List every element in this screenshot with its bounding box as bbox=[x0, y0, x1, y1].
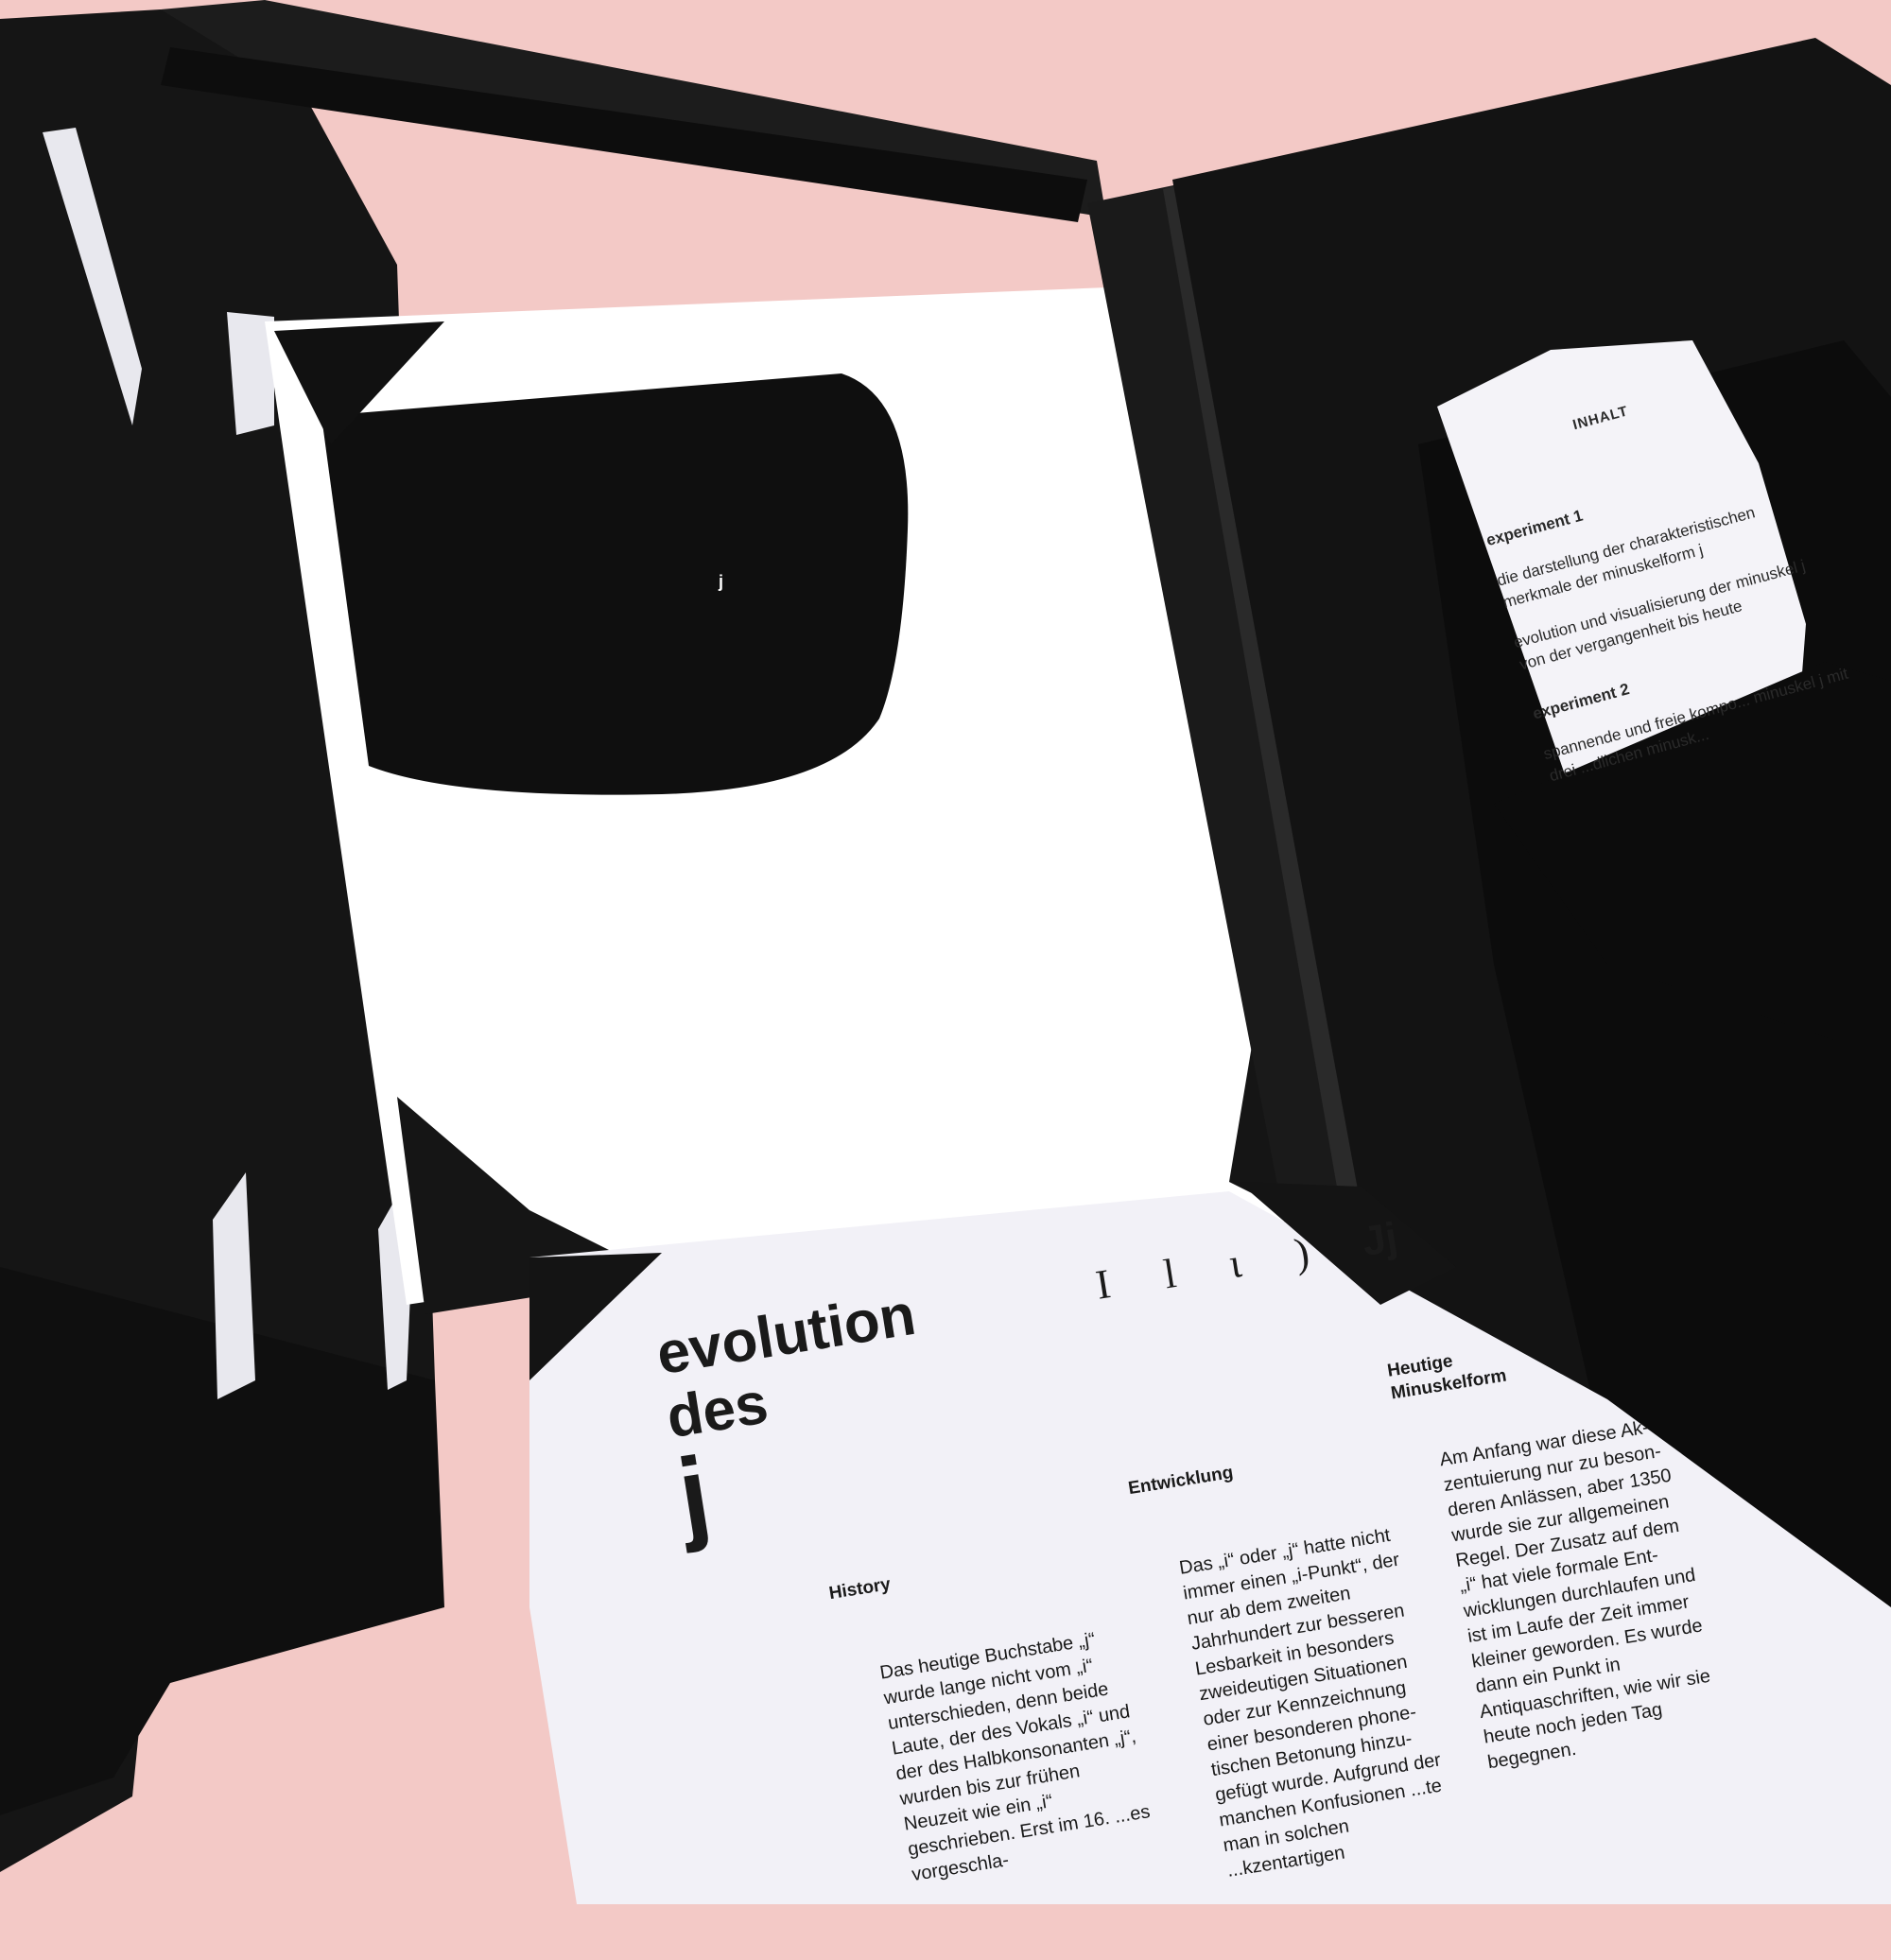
entwicklung-text: Das „i“ oder „j“ hatte nicht immer einen… bbox=[1177, 1524, 1444, 1882]
glyph-4: ) bbox=[1291, 1228, 1312, 1277]
history-text: Das heutige Buchstabe „j“ wurde lange ni… bbox=[878, 1629, 1152, 1886]
glyph-5: Jj bbox=[1359, 1213, 1401, 1266]
small-glyph: j bbox=[719, 572, 724, 591]
black-blob bbox=[321, 373, 909, 795]
photo-scene: j INHALT experiment 1 die darstellung de… bbox=[0, 0, 1891, 1904]
glyph-2: l bbox=[1160, 1250, 1180, 1298]
heutige-text: Am Anfang war diese Ak­zentuierung nur z… bbox=[1438, 1416, 1712, 1774]
glyph-3: ι bbox=[1225, 1240, 1245, 1288]
